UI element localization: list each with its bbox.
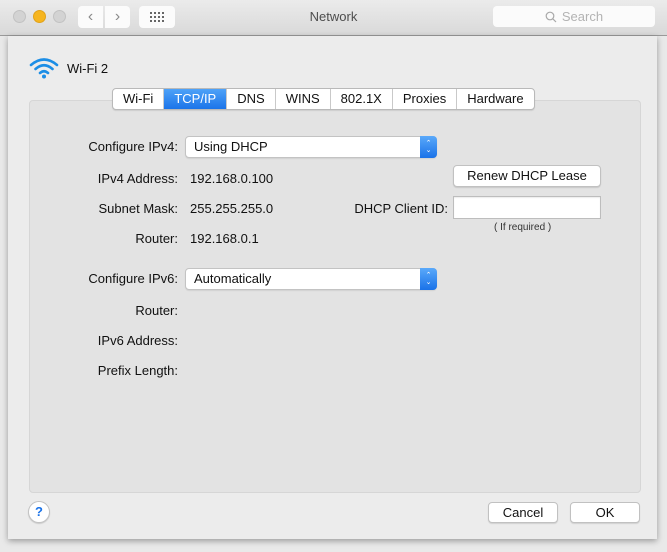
- configure-ipv4-value: Using DHCP: [194, 139, 268, 154]
- dhcp-client-id-input[interactable]: [453, 196, 601, 219]
- search-placeholder: Search: [561, 9, 604, 24]
- up-down-chevron-icon: ⌃ ⌄: [420, 268, 437, 290]
- ipv4-address-value: 192.168.0.100: [190, 171, 274, 186]
- tab-tcp-ip[interactable]: TCP/IP: [164, 89, 228, 109]
- dhcp-client-id-hint: ( If required ): [494, 222, 552, 233]
- tab-proxies[interactable]: Proxies: [393, 89, 458, 109]
- tab-802-1x[interactable]: 802.1X: [331, 89, 393, 109]
- question-mark-icon: ?: [35, 504, 43, 519]
- tab-wins[interactable]: WINS: [276, 89, 331, 109]
- router-ipv6-label: Router:: [135, 303, 178, 318]
- ipv4-address-label: IPv4 Address:: [97, 171, 178, 186]
- configure-ipv6-select[interactable]: Automatically ⌃ ⌄: [185, 268, 437, 290]
- search-field[interactable]: Search: [493, 6, 655, 27]
- router-ipv4-label: Router:: [135, 231, 178, 246]
- advanced-settings-sheet: Wi-Fi 2 Wi-Fi TCP/IP DNS WINS 802.1X Pro…: [8, 36, 657, 539]
- ipv6-address-label: IPv6 Address:: [97, 333, 178, 348]
- configure-ipv4-select[interactable]: Using DHCP ⌃ ⌄: [185, 136, 437, 158]
- tab-dns[interactable]: DNS: [227, 89, 276, 109]
- tab-hardware[interactable]: Hardware: [457, 89, 533, 109]
- cancel-button[interactable]: Cancel: [488, 502, 558, 523]
- title-bar: ‹ › Network Search: [0, 0, 667, 36]
- tcp-ip-panel: [29, 100, 641, 493]
- interface-name: Wi-Fi 2: [67, 60, 109, 76]
- ok-button[interactable]: OK: [570, 502, 640, 523]
- subnet-mask-label: Subnet Mask:: [98, 201, 179, 216]
- wifi-icon: [29, 58, 59, 79]
- router-ipv4-value: 192.168.0.1: [190, 231, 259, 246]
- renew-dhcp-lease-button[interactable]: Renew DHCP Lease: [453, 165, 601, 187]
- tab-wifi[interactable]: Wi-Fi: [113, 89, 165, 109]
- dhcp-client-id-label: DHCP Client ID:: [354, 201, 448, 216]
- help-button[interactable]: ?: [28, 501, 50, 523]
- interface-header: Wi-Fi 2: [29, 57, 108, 79]
- configure-ipv6-label: Configure IPv6:: [88, 271, 178, 286]
- tab-bar: Wi-Fi TCP/IP DNS WINS 802.1X Proxies Har…: [112, 88, 535, 110]
- up-down-chevron-icon: ⌃ ⌄: [420, 136, 437, 158]
- configure-ipv6-value: Automatically: [194, 271, 272, 286]
- prefix-length-label: Prefix Length:: [97, 363, 178, 378]
- magnifier-icon: [545, 11, 557, 22]
- subnet-mask-value: 255.255.255.0: [190, 201, 274, 216]
- configure-ipv4-label: Configure IPv4:: [88, 139, 178, 154]
